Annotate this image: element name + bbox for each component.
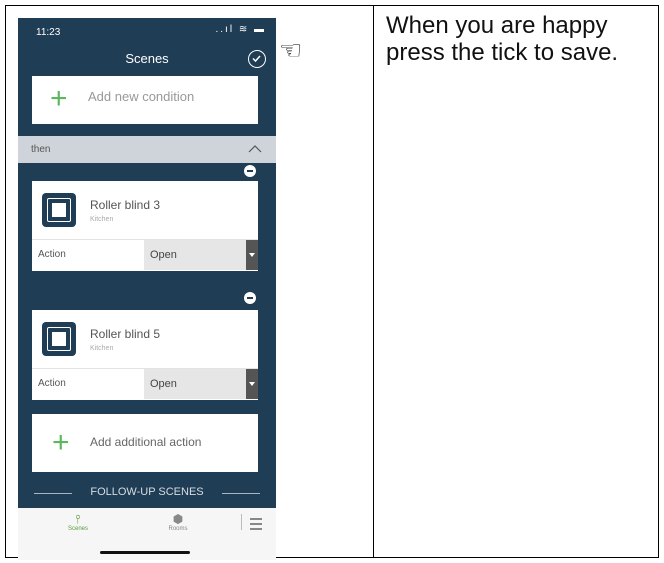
save-check-icon[interactable]	[248, 50, 266, 68]
then-section-header[interactable]: then	[18, 136, 276, 163]
remove-action-icon[interactable]	[244, 165, 256, 177]
action-select[interactable]: Open	[144, 240, 258, 270]
action-row: Action Open	[32, 239, 258, 270]
roller-blind-icon	[42, 193, 76, 227]
device-room: Kitchen	[90, 345, 114, 352]
action-value: Open	[150, 378, 177, 390]
plus-icon: +	[52, 426, 70, 459]
add-condition-button[interactable]: + Add new condition	[32, 76, 258, 124]
instruction-text: When you are happy press the tick to sav…	[386, 12, 619, 66]
follow-up-scenes-header: FOLLOW-UP SCENES	[18, 486, 276, 498]
chevron-up-icon	[248, 145, 262, 153]
action-card: Roller blind 3 Kitchen Action Open	[32, 181, 258, 271]
action-card: Roller blind 5 Kitchen Action Open	[32, 310, 258, 400]
roller-blind-icon	[42, 322, 76, 356]
then-label: then	[31, 144, 51, 155]
tab-scenes-label: Scenes	[67, 526, 88, 532]
divider-line	[222, 493, 260, 494]
menu-icon[interactable]	[250, 518, 262, 533]
pointing-hand-icon: ☜	[279, 35, 303, 65]
remove-action-icon[interactable]	[244, 292, 256, 304]
page-title: Scenes	[125, 51, 169, 66]
add-action-label: Add additional action	[90, 435, 202, 449]
tab-separator	[241, 514, 242, 530]
device-room: Kitchen	[90, 216, 114, 223]
scenes-icon: ⫯	[75, 512, 81, 526]
action-row: Action Open	[32, 368, 258, 399]
home-indicator	[100, 551, 190, 554]
tab-bar: ⫯ Scenes ⬢ Rooms	[18, 508, 276, 560]
status-bar: 11:23 ..ıl ≋ ▬	[18, 18, 276, 44]
device-name: Roller blind 5	[90, 327, 161, 341]
phone-screen: 11:23 ..ıl ≋ ▬ Scenes + Add new conditio…	[18, 18, 276, 560]
plus-icon: +	[50, 82, 68, 115]
action-label: Action	[38, 249, 66, 260]
tab-rooms-label: Rooms	[168, 526, 188, 532]
rooms-icon: ⬢	[172, 512, 184, 526]
action-select[interactable]: Open	[144, 369, 258, 399]
dropdown-arrow-icon	[246, 240, 258, 270]
action-label: Action	[38, 378, 66, 389]
dropdown-arrow-icon	[246, 369, 258, 399]
status-icons: ..ıl ≋ ▬	[215, 24, 266, 35]
action-value: Open	[150, 249, 177, 261]
divider-line	[34, 493, 72, 494]
add-action-button[interactable]: + Add additional action	[32, 414, 258, 472]
column-divider	[373, 5, 374, 558]
tab-scenes[interactable]: ⫯ Scenes	[48, 512, 108, 532]
follow-up-label: FOLLOW-UP SCENES	[90, 486, 204, 498]
device-name: Roller blind 3	[90, 198, 161, 212]
add-condition-label: Add new condition	[88, 89, 195, 104]
status-time: 11:23	[36, 27, 61, 38]
tab-rooms[interactable]: ⬢ Rooms	[148, 512, 208, 532]
